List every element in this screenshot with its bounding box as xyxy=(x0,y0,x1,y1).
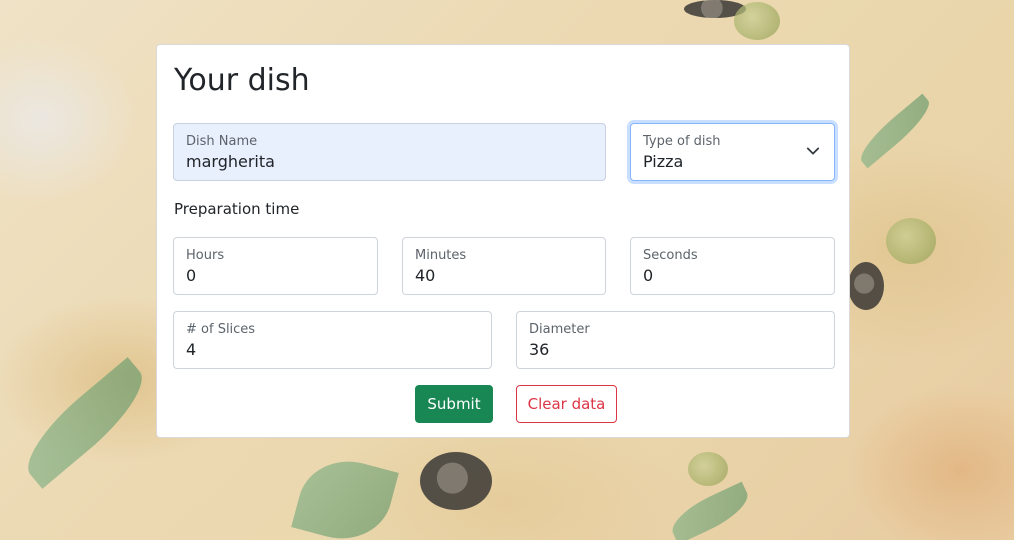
clear-data-button[interactable]: Clear data xyxy=(516,385,617,423)
olive-decoration xyxy=(420,452,492,510)
seconds-label: Seconds xyxy=(643,248,698,263)
slices-field[interactable]: # of Slices 4 xyxy=(173,311,492,369)
type-of-dish-value[interactable]: Pizza xyxy=(643,152,683,171)
chevron-down-icon[interactable] xyxy=(806,144,820,158)
type-of-dish-label: Type of dish xyxy=(643,134,721,149)
dish-name-label: Dish Name xyxy=(186,134,258,149)
caper-decoration xyxy=(688,452,728,486)
submit-button[interactable]: Submit xyxy=(415,385,493,423)
caper-decoration xyxy=(734,2,780,40)
arugula-leaf-decoration xyxy=(853,93,937,169)
diameter-label: Diameter xyxy=(529,322,590,337)
preparation-time-label: Preparation time xyxy=(174,200,300,218)
hours-value[interactable]: 0 xyxy=(186,266,196,285)
slices-value[interactable]: 4 xyxy=(186,340,196,359)
page-title: Your dish xyxy=(174,63,310,98)
arugula-leaf-decoration xyxy=(665,481,755,540)
hours-field[interactable]: Hours 0 xyxy=(173,237,378,295)
dish-name-value[interactable]: margherita xyxy=(186,152,275,171)
minutes-value[interactable]: 40 xyxy=(415,266,435,285)
seconds-value[interactable]: 0 xyxy=(643,266,653,285)
minutes-label: Minutes xyxy=(415,248,467,263)
arugula-leaf-decoration xyxy=(12,357,158,489)
type-of-dish-select[interactable]: Type of dish Pizza xyxy=(630,123,835,181)
olive-decoration xyxy=(848,262,884,310)
diameter-field[interactable]: Diameter 36 xyxy=(516,311,835,369)
dish-name-field[interactable]: Dish Name margherita xyxy=(173,123,606,181)
seconds-field[interactable]: Seconds 0 xyxy=(630,237,835,295)
diameter-value[interactable]: 36 xyxy=(529,340,549,359)
slices-label: # of Slices xyxy=(186,322,256,337)
minutes-field[interactable]: Minutes 40 xyxy=(402,237,606,295)
caper-decoration xyxy=(886,218,936,264)
hours-label: Hours xyxy=(186,248,225,263)
dish-form-card: Your dish Dish Name margherita Type of d… xyxy=(156,44,850,438)
arugula-leaf-decoration xyxy=(291,449,399,540)
